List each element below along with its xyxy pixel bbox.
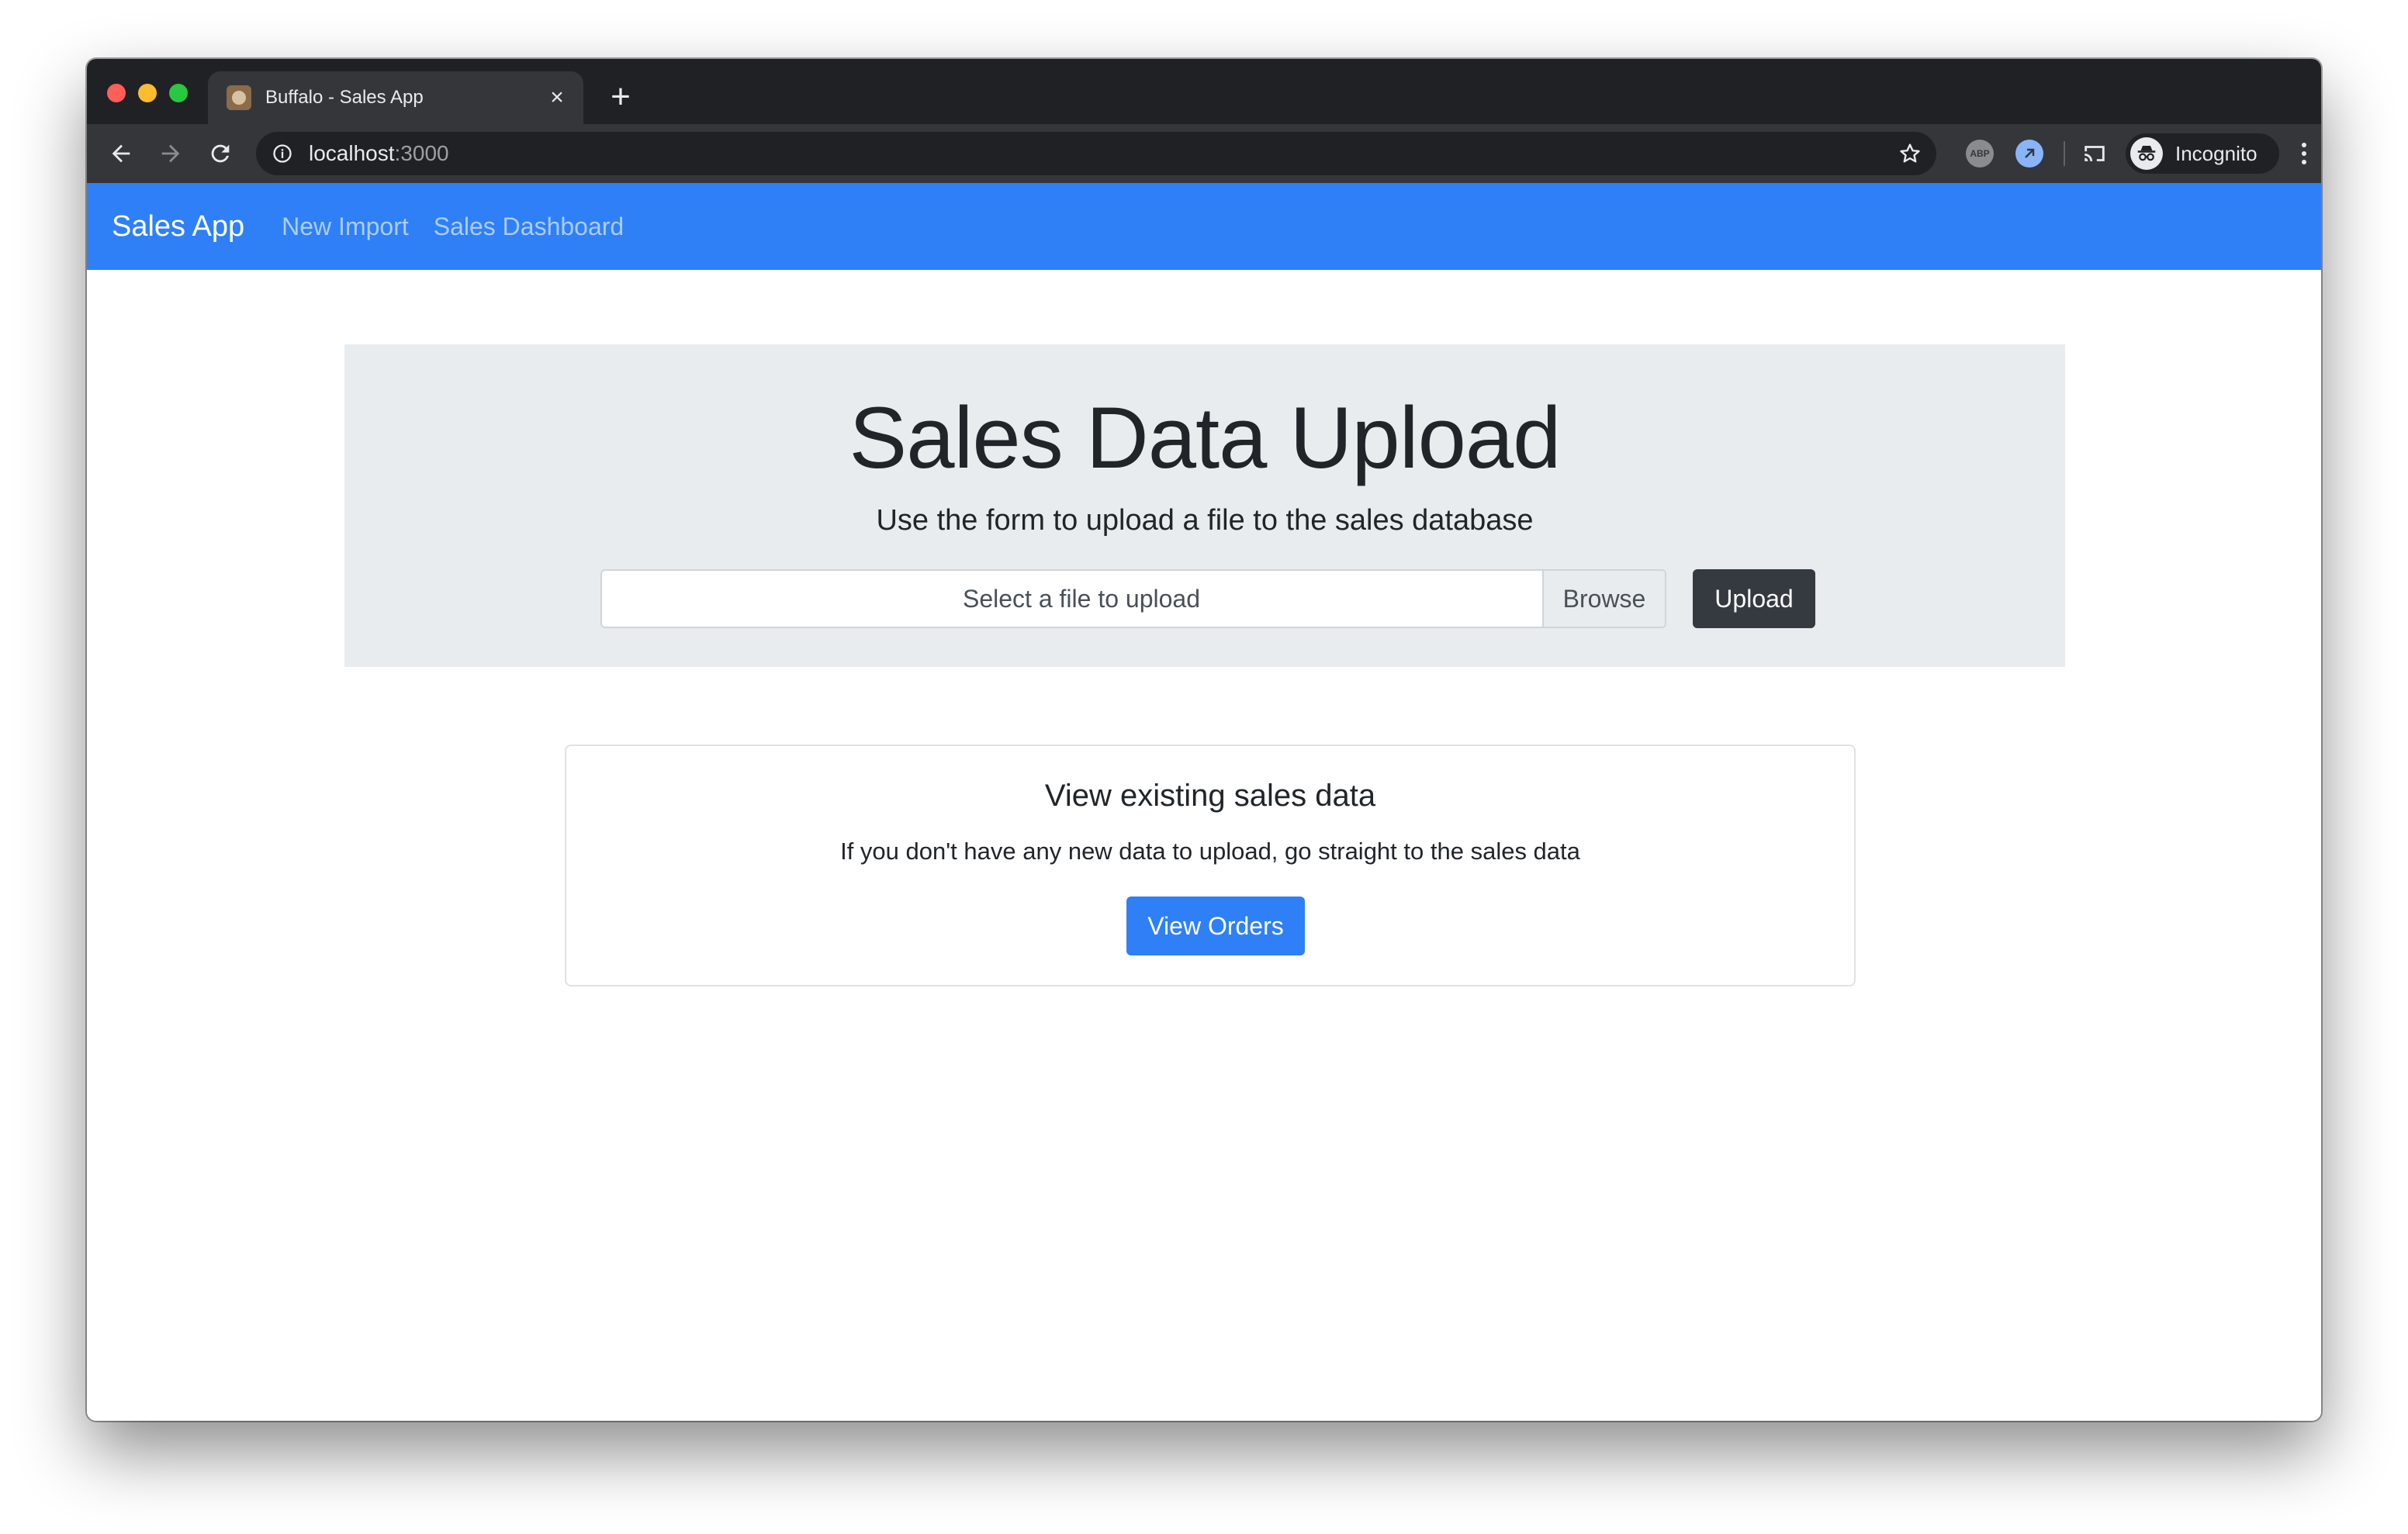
incognito-icon [2130, 137, 2163, 170]
url-port: :3000 [394, 141, 449, 165]
upload-jumbotron: Sales Data Upload Use the form to upload… [344, 344, 2065, 667]
url-host: localhost [309, 141, 395, 165]
page-title: Sales Data Upload [849, 389, 1562, 486]
page-viewport: Sales App New Import Sales Dashboard Sal… [87, 183, 2321, 1421]
url-text: localhost:3000 [309, 141, 449, 166]
browser-window: Buffalo - Sales App × + localhost:3000 A… [87, 59, 2321, 1421]
close-window-button[interactable] [107, 84, 126, 102]
minimize-window-button[interactable] [138, 84, 157, 102]
browser-toolbar: localhost:3000 ABP Incognito [87, 124, 2321, 183]
abp-label: ABP [1970, 148, 1990, 159]
info-icon[interactable] [270, 141, 295, 166]
card-text: If you don't have any new data to upload… [840, 838, 1580, 865]
maximize-window-button[interactable] [169, 84, 188, 102]
close-icon[interactable]: × [541, 82, 573, 113]
buffalo-favicon-icon [227, 85, 251, 110]
adblock-plus-icon[interactable]: ABP [1966, 140, 1994, 168]
arrow-left-icon[interactable] [102, 135, 140, 172]
reload-icon[interactable] [202, 135, 239, 172]
incognito-profile-button[interactable]: Incognito [2126, 133, 2279, 174]
upload-lead-text: Use the form to upload a file to the sal… [876, 504, 1534, 537]
blue-extension-icon[interactable] [2015, 140, 2043, 168]
nav-link-sales-dashboard[interactable]: Sales Dashboard [434, 212, 624, 241]
arrow-right-icon[interactable] [152, 135, 189, 172]
cast-icon[interactable] [2079, 138, 2110, 169]
plus-icon[interactable]: + [602, 79, 639, 116]
star-icon[interactable] [1896, 140, 1924, 168]
card-title: View existing sales data [1044, 779, 1376, 813]
file-input-placeholder[interactable]: Select a file to upload [621, 585, 1542, 613]
toolbar-separator [2064, 141, 2065, 166]
navbar-brand[interactable]: Sales App [112, 210, 244, 244]
existing-data-card: View existing sales data If you don't ha… [565, 745, 1856, 986]
kebab-menu-icon[interactable] [2289, 138, 2320, 169]
nav-link-new-import[interactable]: New Import [282, 212, 409, 241]
upload-button[interactable]: Upload [1693, 569, 1815, 628]
tab-strip: Buffalo - Sales App × + [87, 59, 2321, 124]
navbar: Sales App New Import Sales Dashboard [87, 183, 2321, 270]
address-bar[interactable]: localhost:3000 [256, 132, 1936, 175]
browser-tab[interactable]: Buffalo - Sales App × [208, 71, 583, 124]
browse-button[interactable]: Browse [1542, 571, 1665, 627]
incognito-label: Incognito [2175, 141, 2258, 165]
file-input[interactable]: Select a file to upload Browse [600, 569, 1666, 628]
view-orders-button[interactable]: View Orders [1126, 897, 1305, 955]
tab-title: Buffalo - Sales App [265, 87, 424, 108]
